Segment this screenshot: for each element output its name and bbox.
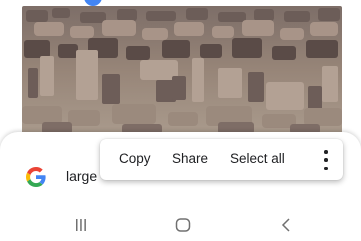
text-selection-toolbar: Copy Share Select all	[100, 139, 343, 180]
share-button[interactable]: Share	[172, 151, 208, 166]
home-icon[interactable]	[175, 218, 191, 237]
select-all-button[interactable]: Select all	[230, 151, 285, 166]
system-navigation-bar	[0, 208, 361, 241]
copy-button[interactable]: Copy	[119, 151, 151, 166]
google-g-icon[interactable]	[24, 165, 48, 189]
back-icon[interactable]	[280, 218, 292, 237]
more-vertical-icon[interactable]	[324, 150, 328, 170]
rubble-photo	[22, 6, 342, 134]
search-query-text[interactable]: large	[66, 168, 97, 184]
result-image[interactable]	[22, 6, 342, 134]
recent-apps-icon[interactable]	[74, 218, 88, 237]
